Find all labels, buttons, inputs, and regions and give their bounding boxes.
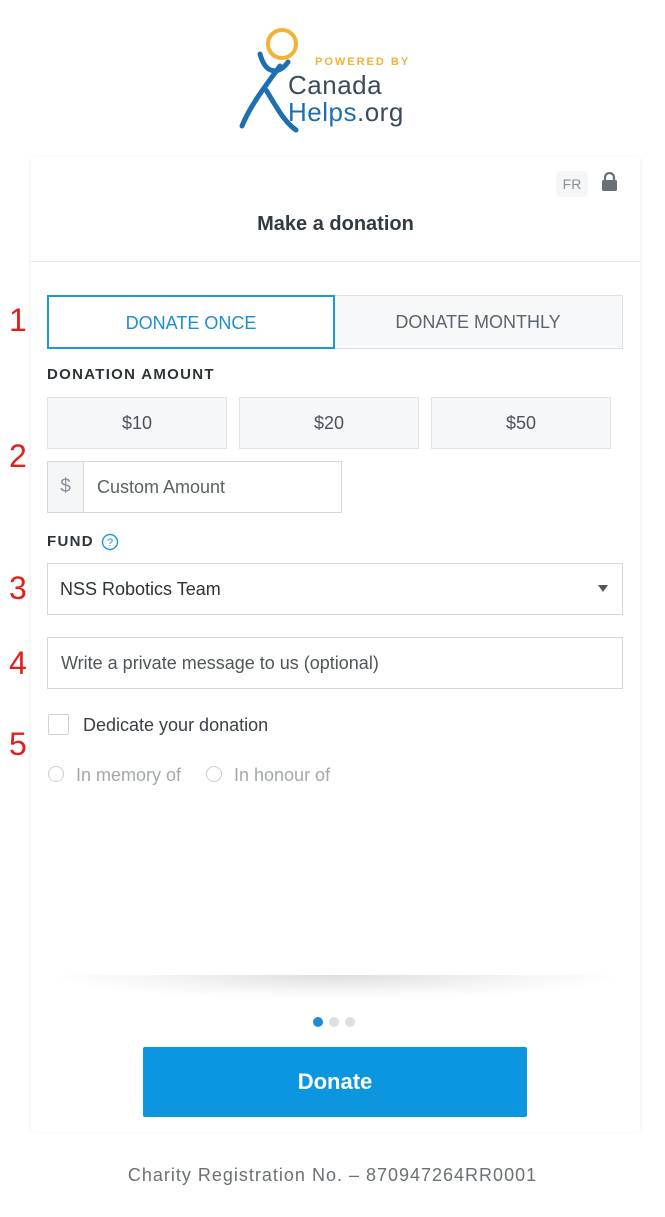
amount-preset-50-button[interactable]: $50 xyxy=(431,397,611,449)
custom-amount-input[interactable]: $ Custom Amount xyxy=(47,461,342,513)
donate-button[interactable]: Donate xyxy=(143,1047,527,1117)
canadahelps-logo: POWERED BY Canada Helps.org xyxy=(236,26,436,134)
donation-amount-label: DONATION AMOUNT xyxy=(47,366,215,383)
step-marker-5: 5 xyxy=(9,726,27,762)
currency-symbol: $ xyxy=(48,462,84,512)
amount-preset-10-button[interactable]: $10 xyxy=(47,397,227,449)
content-shadow xyxy=(51,975,621,999)
radio-in-honour-label[interactable]: In honour of xyxy=(234,764,330,786)
fund-select[interactable]: NSS Robotics Team xyxy=(47,563,623,615)
language-toggle[interactable]: FR xyxy=(556,171,588,197)
step-marker-2: 2 xyxy=(9,438,27,474)
brand-org-suffix: .org xyxy=(356,97,404,127)
amount-preset-20-button[interactable]: $20 xyxy=(239,397,419,449)
lock-icon xyxy=(602,172,617,191)
step-marker-4: 4 xyxy=(9,645,27,681)
step-marker-3: 3 xyxy=(9,570,27,606)
tab-donate-once[interactable]: DONATE ONCE xyxy=(47,295,335,349)
radio-in-memory-label[interactable]: In memory of xyxy=(76,764,181,786)
fund-selected-value: NSS Robotics Team xyxy=(60,579,221,599)
dedicate-checkbox[interactable] xyxy=(48,714,69,735)
step-marker-1: 1 xyxy=(9,302,27,338)
radio-in-honour[interactable] xyxy=(206,766,222,782)
svg-text:?: ? xyxy=(107,537,113,549)
brand-name-line2: Helps.org xyxy=(288,97,404,128)
charity-registration-text: Charity Registration No. – 870947264RR00… xyxy=(127,1165,538,1185)
step-dot-1 xyxy=(313,1017,323,1027)
donation-card: FR Make a donation DONATE ONCE DONATE MO… xyxy=(31,157,640,1132)
private-message-placeholder: Write a private message to us (optional) xyxy=(61,653,379,673)
private-message-input[interactable]: Write a private message to us (optional) xyxy=(47,637,623,689)
header-divider xyxy=(31,261,640,262)
tab-donate-monthly[interactable]: DONATE MONTHLY xyxy=(333,295,623,349)
step-dot-3 xyxy=(345,1017,355,1027)
page-title: Make a donation xyxy=(257,213,414,235)
brand-helps-text: Helps xyxy=(288,97,357,127)
step-dot-2 xyxy=(329,1017,339,1027)
custom-amount-placeholder: Custom Amount xyxy=(97,477,226,497)
chevron-down-icon xyxy=(598,585,608,592)
radio-in-memory[interactable] xyxy=(48,766,64,782)
fund-label: FUND xyxy=(47,533,94,550)
dedicate-label[interactable]: Dedicate your donation xyxy=(83,714,268,736)
question-circle-icon[interactable]: ? xyxy=(101,533,119,551)
powered-by-text: POWERED BY xyxy=(315,56,411,68)
